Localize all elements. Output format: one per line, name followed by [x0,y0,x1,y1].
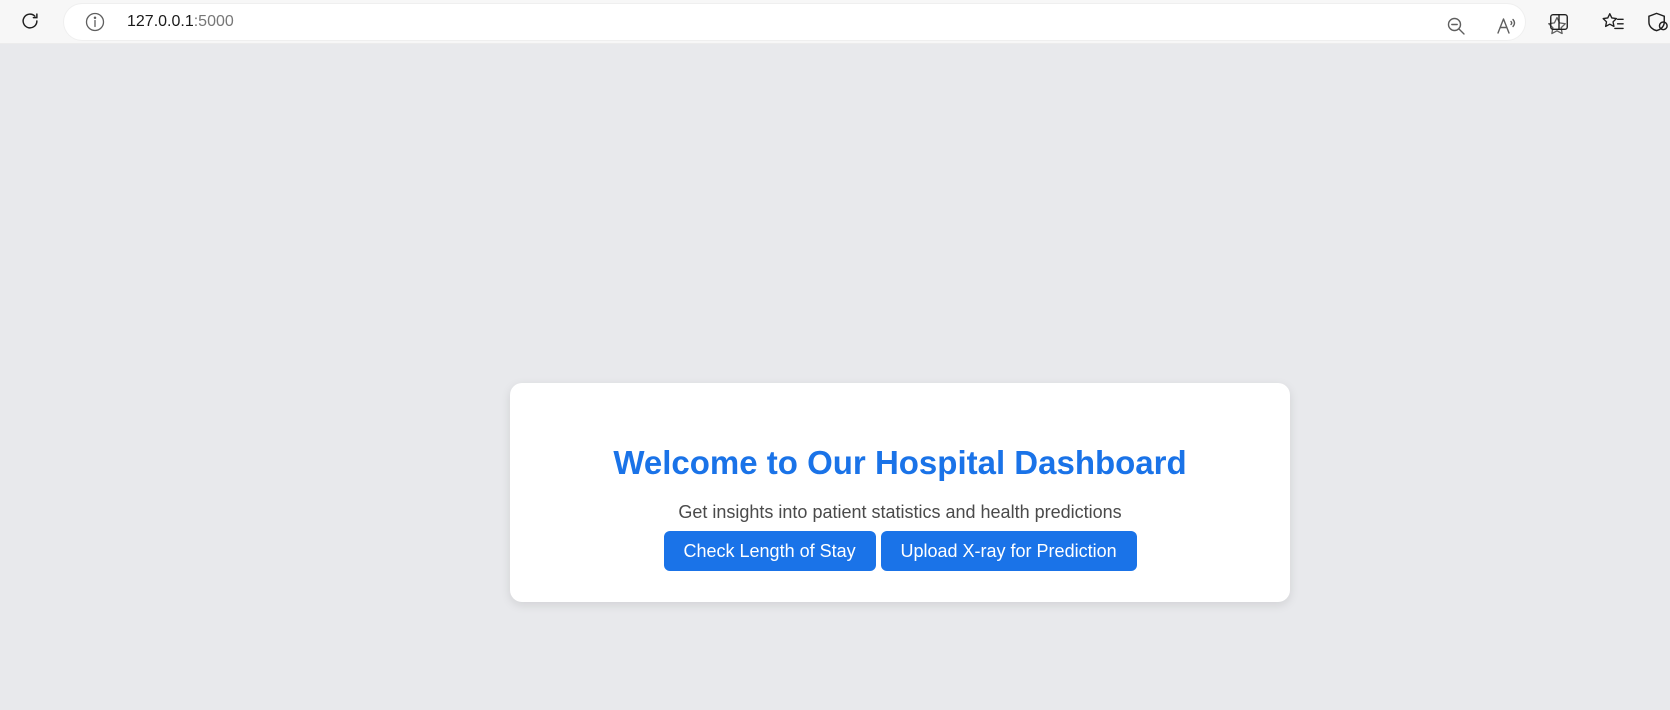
url-port: :5000 [193,13,234,30]
address-bar[interactable]: 127.0.0.1:5000 [64,4,1566,42]
welcome-card: Welcome to Our Hospital Dashboard Get in… [510,383,1290,602]
page-subtitle: Get insights into patient statistics and… [678,502,1122,522]
page-viewport: Welcome to Our Hospital Dashboard Get in… [0,44,1670,710]
url-text[interactable]: 127.0.0.1:5000 [127,4,234,40]
page-title: Welcome to Our Hospital Dashboard [613,444,1187,481]
read-aloud-icon[interactable] [1491,10,1523,42]
info-icon[interactable] [82,9,108,35]
action-buttons: Check Length of Stay Upload X-ray for Pr… [510,531,1290,571]
browser-essentials-icon[interactable] [1647,6,1670,38]
upload-xray-button[interactable]: Upload X-ray for Prediction [880,531,1137,571]
browser-toolbar: 127.0.0.1:5000 [0,0,1670,44]
split-screen-icon[interactable] [1543,6,1575,38]
favorites-list-icon[interactable] [1597,6,1629,38]
url-host: 127.0.0.1 [127,13,194,30]
check-length-of-stay-button[interactable]: Check Length of Stay [663,531,876,571]
zoom-out-icon[interactable] [1440,10,1472,42]
reload-icon[interactable] [14,5,46,37]
